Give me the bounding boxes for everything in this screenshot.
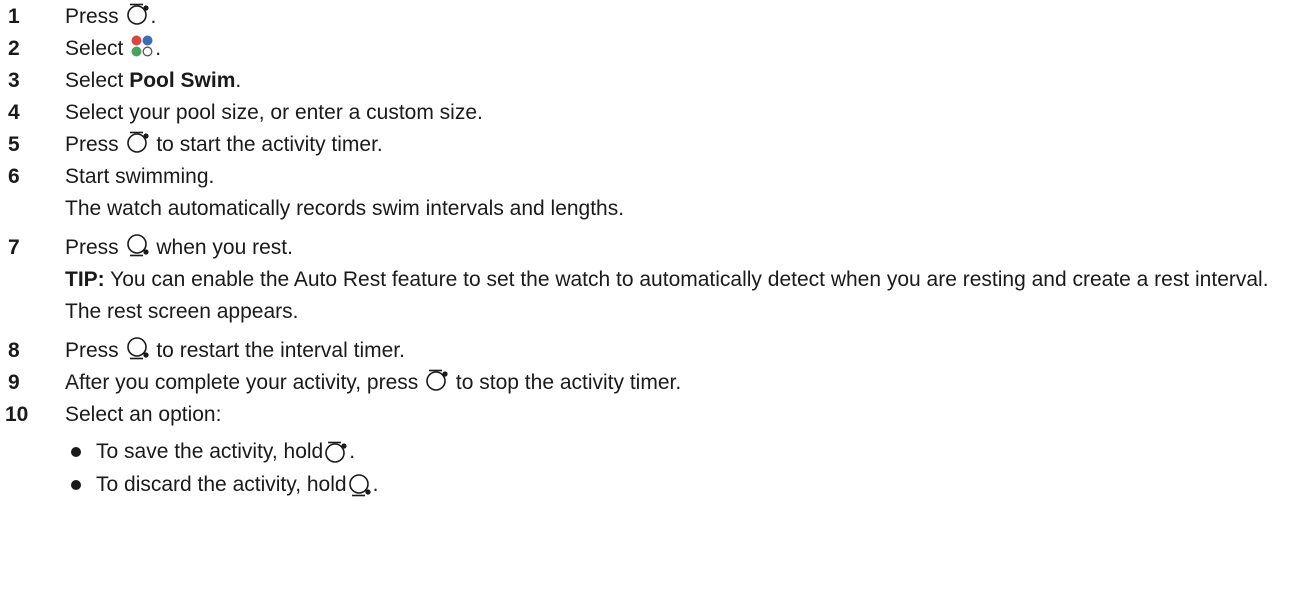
step-number: 8 xyxy=(8,339,20,362)
step-number: 6 xyxy=(8,165,20,188)
back-lap-button-icon xyxy=(126,234,149,257)
start-stop-button-icon xyxy=(126,131,149,153)
step-number: 9 xyxy=(8,371,20,394)
step-text: Select an option: xyxy=(65,403,222,426)
bullet-icon xyxy=(71,479,81,490)
step-10: 10 Select an option: To save the activit… xyxy=(5,399,1295,501)
list-item: To save the activity, hold . xyxy=(65,435,1295,468)
step-number: 3 xyxy=(8,69,20,92)
step-text: Select your pool size, or enter a custom… xyxy=(65,101,483,124)
option-list: To save the activity, hold . To discard … xyxy=(65,435,1295,501)
step-text: Start swimming. xyxy=(65,165,215,188)
step-4: 4 Select your pool size, or enter a cust… xyxy=(8,97,1295,129)
step-6: 6 Start swimming. The watch automaticall… xyxy=(8,161,1295,225)
step-text: Press to start the activity timer. xyxy=(65,129,1295,161)
step-text: Select . xyxy=(65,33,1295,65)
step-1: 1 Press . xyxy=(8,1,1295,33)
step-text: After you complete your activity, press … xyxy=(65,367,1295,399)
step-number: 10 xyxy=(5,403,29,426)
step-detail: The watch automatically records swim int… xyxy=(65,197,625,220)
list-item: To discard the activity, hold . xyxy=(65,468,1295,501)
bullet-icon xyxy=(71,446,81,457)
back-lap-button-icon xyxy=(348,473,371,496)
instruction-list: 1 Press . 2 Select . 3 Select Pool Swim.… xyxy=(0,0,1295,501)
activities-icon xyxy=(131,35,153,57)
step-text: Press to restart the interval timer. xyxy=(65,335,1295,367)
step-number: 7 xyxy=(8,236,20,259)
step-text: Select Pool Swim. xyxy=(65,69,242,92)
step-5: 5 Press to start the activity timer. xyxy=(8,129,1295,161)
step-7: 7 Press when you rest. TIP: You can enab… xyxy=(8,232,1295,328)
tip-note: TIP: You can enable the Auto Rest featur… xyxy=(65,266,1295,294)
pool-swim-label: Pool Swim xyxy=(129,69,236,92)
step-8: 8 Press to restart the interval timer. xyxy=(8,335,1295,367)
step-9: 9 After you complete your activity, pres… xyxy=(8,367,1295,399)
step-detail: The rest screen appears. xyxy=(65,300,299,323)
step-2: 2 Select . xyxy=(8,33,1295,65)
tip-text: You can enable the Auto Rest feature to … xyxy=(104,268,1269,291)
tip-label: TIP: xyxy=(65,268,105,291)
back-lap-button-icon xyxy=(126,337,149,360)
start-stop-button-icon xyxy=(426,369,448,391)
step-number: 1 xyxy=(8,5,20,28)
step-text: Press . xyxy=(65,1,1295,33)
step-number: 4 xyxy=(8,101,20,124)
start-stop-button-icon xyxy=(126,3,149,25)
step-number: 5 xyxy=(8,133,20,156)
step-number: 2 xyxy=(8,37,20,60)
start-stop-button-icon xyxy=(325,441,347,463)
step-3: 3 Select Pool Swim. xyxy=(8,65,1295,97)
step-text: Press when you rest. xyxy=(65,232,1295,264)
